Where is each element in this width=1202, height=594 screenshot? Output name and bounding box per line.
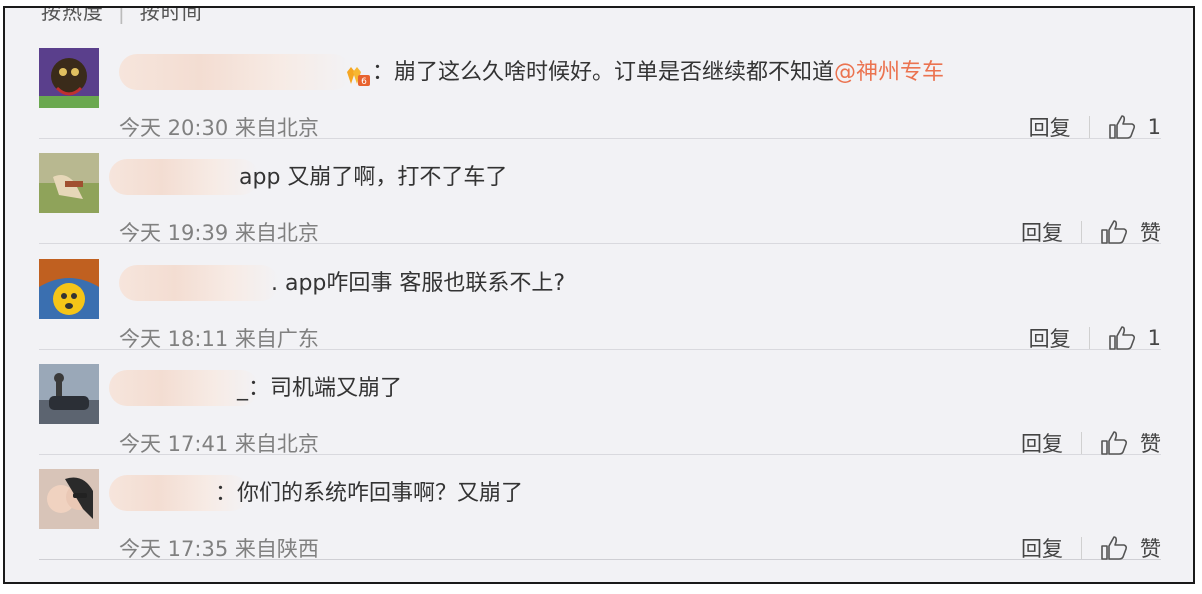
action-divider [1088, 116, 1090, 138]
comment-meta: 今天 17:41 来自北京 [119, 432, 319, 456]
sort-by-time-tab[interactable]: 按时间 [140, 8, 203, 24]
blurred-username[interactable] [119, 265, 279, 301]
avatar[interactable] [39, 259, 99, 319]
comment-text: ：你们的系统咋回事啊？又崩了 [215, 479, 523, 509]
thumbs-up-icon[interactable] [1100, 219, 1128, 245]
svg-text:6: 6 [361, 77, 367, 87]
thumbs-up-icon[interactable] [1100, 430, 1128, 456]
reply-button[interactable]: 回复 [1021, 533, 1063, 563]
comment-body: . app咋回事 客服也联系不上? [271, 271, 566, 296]
comment-body: app 又崩了啊，打不了车了 [239, 165, 508, 190]
mention-link[interactable]: @神州专车 [834, 60, 944, 85]
action-divider [1081, 432, 1082, 454]
vip-badge-icon: 6 [345, 64, 371, 88]
comment-meta: 今天 19:39 来自北京 [119, 221, 319, 245]
comment-item: _：司机端又崩了 今天 17:41 来自北京 回复 赞 [39, 350, 1161, 458]
comment-body: _：司机端又崩了 [237, 376, 403, 401]
reply-button[interactable]: 回复 [1021, 428, 1063, 458]
comment-meta: 今天 20:30 来自北京 [119, 116, 319, 140]
like-count[interactable]: 1 [1148, 326, 1161, 350]
comment-actions: 回复 1 [1029, 112, 1161, 142]
like-count[interactable]: 1 [1148, 115, 1161, 139]
comment-text: _：司机端又崩了 [237, 374, 402, 404]
like-label[interactable]: 赞 [1140, 533, 1161, 563]
action-divider [1081, 537, 1082, 559]
like-label[interactable]: 赞 [1140, 217, 1161, 247]
thumbs-up-icon[interactable] [1100, 535, 1128, 561]
comment-body: ：你们的系统咋回事啊？又崩了 [215, 481, 524, 506]
comment-text: ：崩了这么久啥时候好。订单是否继续都不知道@神州专车 [372, 58, 944, 88]
avatar[interactable] [39, 364, 99, 424]
comment-meta: 今天 17:35 来自陕西 [119, 537, 319, 561]
avatar[interactable] [39, 153, 99, 213]
comment-text: app 又崩了啊，打不了车了 [239, 163, 507, 193]
comment-item: app 又崩了啊，打不了车了 今天 19:39 来自北京 回复 赞 [39, 139, 1161, 247]
thumbs-up-icon[interactable] [1108, 325, 1136, 351]
tab-divider: | [118, 6, 126, 24]
comment-item: . app咋回事 客服也联系不上? 今天 18:11 来自广东 回复 1 [39, 245, 1161, 353]
comment-actions: 回复 赞 [1021, 533, 1161, 563]
avatar[interactable] [39, 469, 99, 529]
reply-button[interactable]: 回复 [1029, 323, 1071, 353]
comment-actions: 回复 1 [1029, 323, 1161, 353]
action-divider [1081, 221, 1082, 243]
like-label[interactable]: 赞 [1140, 428, 1161, 458]
blurred-username[interactable] [119, 54, 351, 90]
reply-button[interactable]: 回复 [1021, 217, 1063, 247]
comment-actions: 回复 赞 [1021, 217, 1161, 247]
thumbs-up-icon[interactable] [1108, 114, 1136, 140]
comment-body: ：崩了这么久啥时候好。订单是否继续都不知道 [372, 60, 835, 85]
blurred-username[interactable] [109, 159, 259, 195]
action-divider [1088, 327, 1090, 349]
comment-item: 6 ：崩了这么久啥时候好。订单是否继续都不知道@神州专车 今天 20:30 来自… [39, 34, 1161, 142]
comment-text: . app咋回事 客服也联系不上? [271, 269, 565, 299]
comment-meta: 今天 18:11 来自广东 [119, 327, 319, 351]
comment-item: ：你们的系统咋回事啊？又崩了 今天 17:35 来自陕西 回复 赞 [39, 455, 1161, 563]
comment-panel: 按热度 | 按时间 6 ：崩了这么久啥时候好。订单是否继续都不知道@神州专车 今… [3, 6, 1195, 584]
comment-actions: 回复 赞 [1021, 428, 1161, 458]
sort-tabs: 按热度 | 按时间 [41, 6, 203, 25]
reply-button[interactable]: 回复 [1029, 112, 1071, 142]
sort-by-hot-tab[interactable]: 按热度 [41, 8, 104, 24]
avatar[interactable] [39, 48, 99, 108]
view-more-link[interactable]: 查看更多 [5, 576, 1193, 582]
